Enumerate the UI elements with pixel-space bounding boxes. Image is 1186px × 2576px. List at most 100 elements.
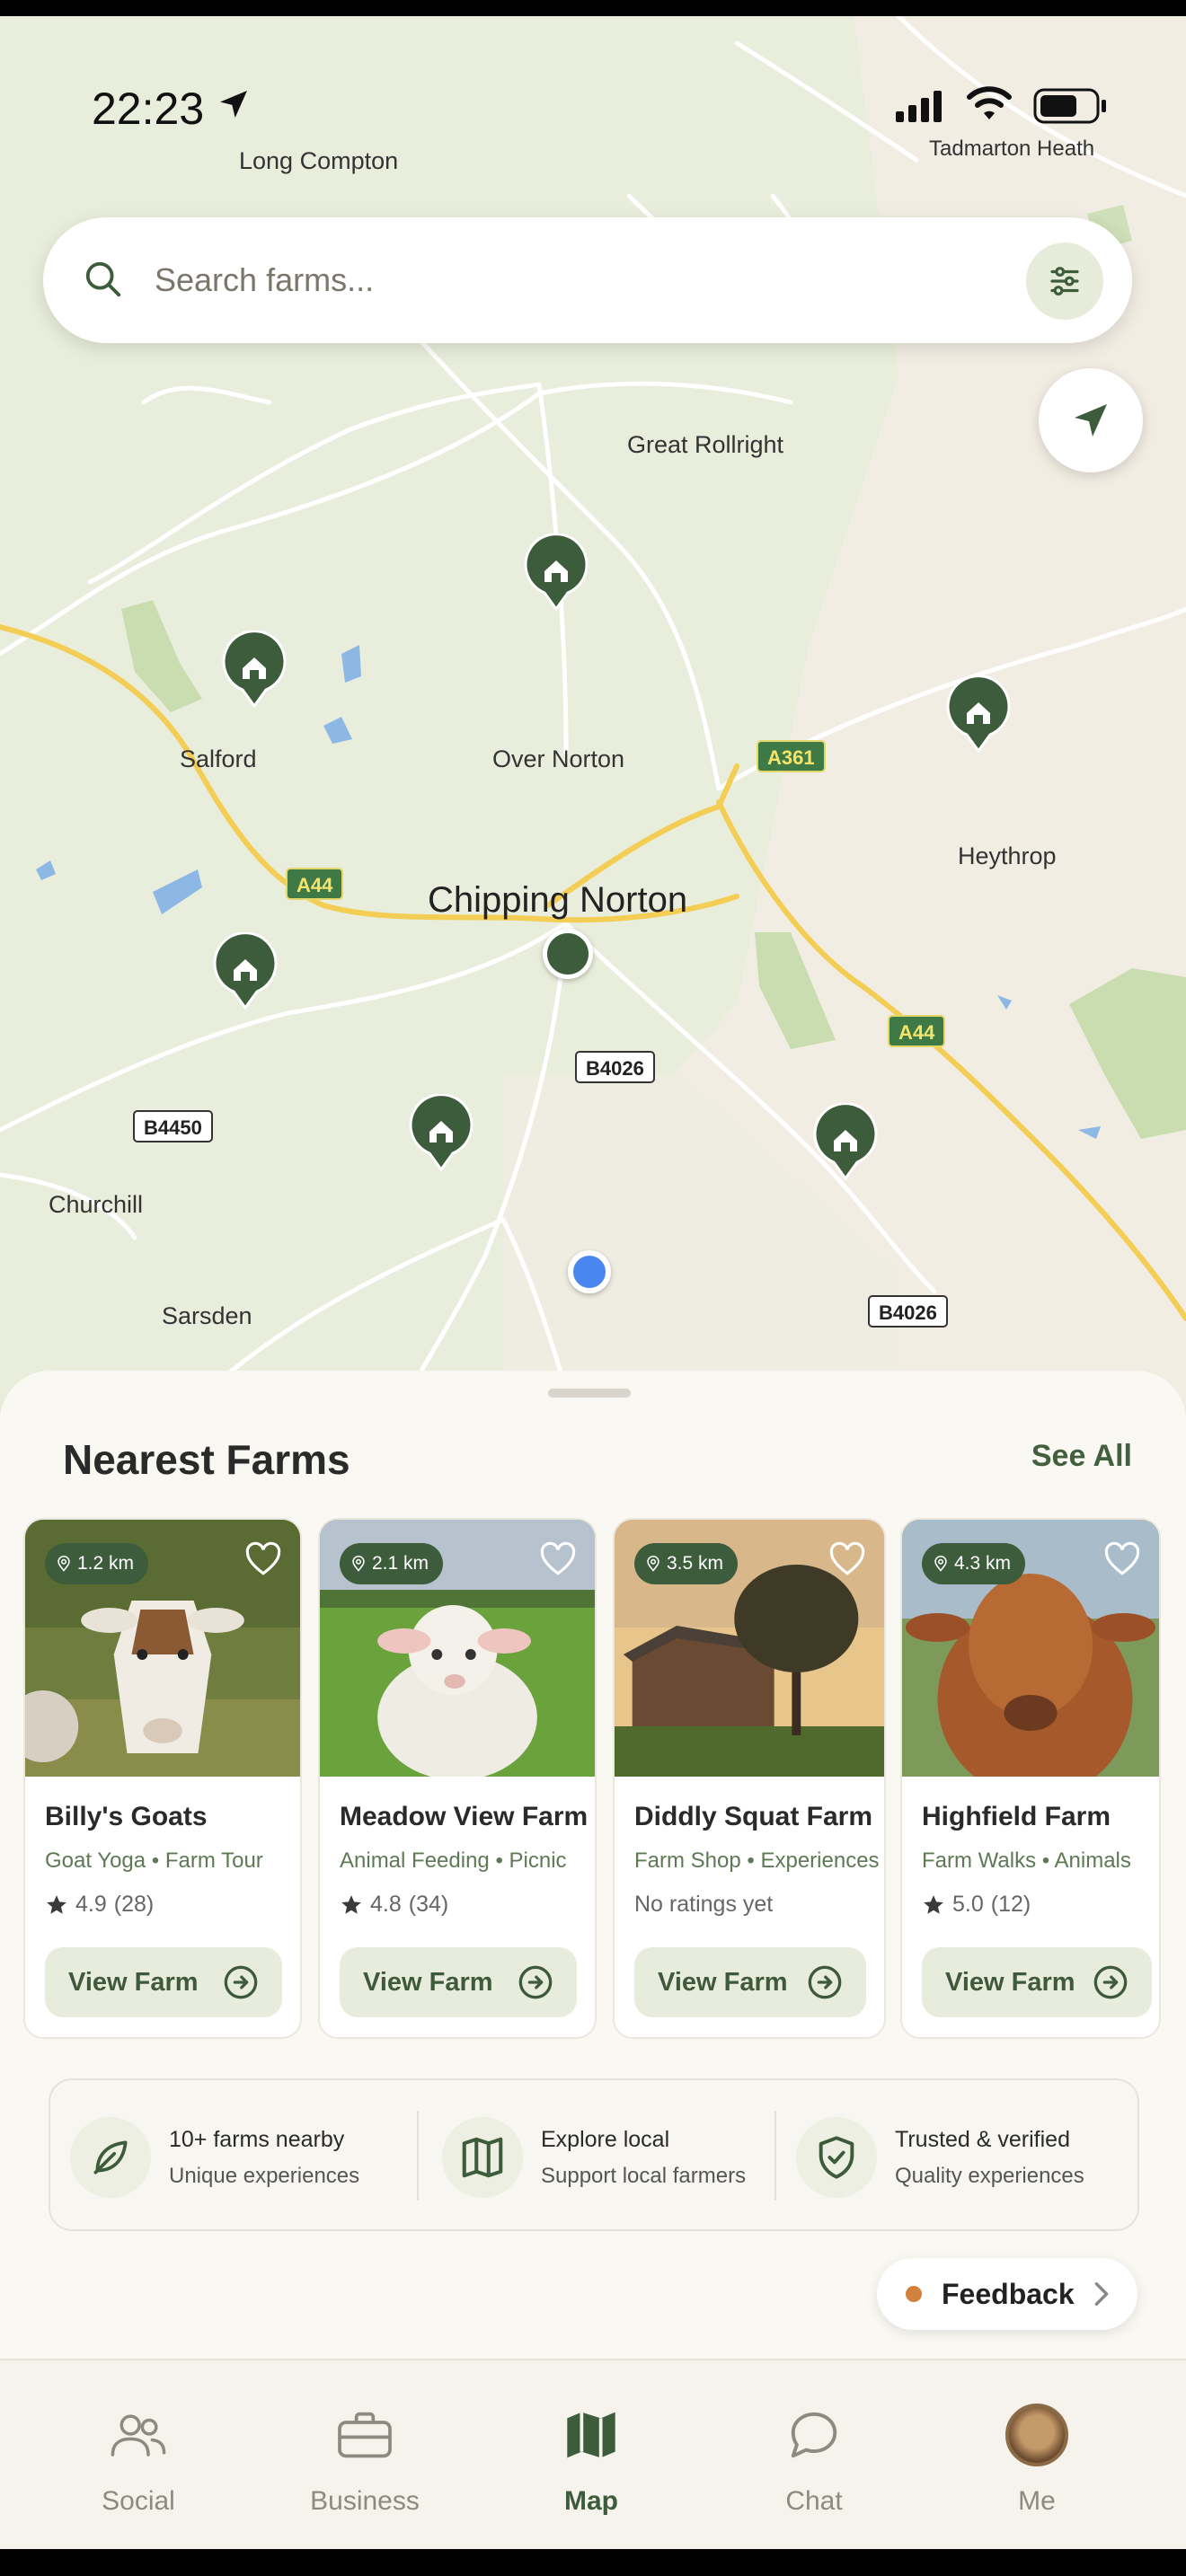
farm-tags: Farm Walks • Animals: [922, 1848, 1131, 1874]
rating-value: 4.8: [370, 1892, 402, 1917]
place-heythrop: Heythrop: [958, 842, 1057, 869]
arrow-right-circle-icon: [224, 1965, 258, 1999]
feedback-indicator-dot: [906, 2286, 922, 2302]
feature-item: Explore local Support local farmers: [442, 2113, 746, 2202]
farm-map-pin[interactable]: [945, 675, 1012, 754]
divider: [417, 2111, 419, 2201]
people-icon: [111, 2414, 166, 2457]
status-time: 22:23: [92, 84, 205, 134]
favorite-heart-icon[interactable]: [1103, 1541, 1141, 1577]
location-pin-icon: [647, 1556, 659, 1572]
tab-label: Chat: [785, 2486, 843, 2516]
road-label-b4026: B4026: [868, 1295, 948, 1328]
farm-tags: Farm Shop • Experiences: [634, 1848, 880, 1874]
distance-value: 1.2 km: [77, 1553, 135, 1574]
user-location-marker: [568, 1250, 611, 1293]
cellular-signal-icon: [896, 91, 942, 122]
star-icon: [47, 1894, 66, 1914]
farm-tag: Animals: [1054, 1848, 1131, 1873]
location-pin-icon: [58, 1556, 70, 1572]
feedback-label: Feedback: [942, 2277, 1075, 2310]
farm-tag: Farm Walks: [922, 1848, 1037, 1873]
status-bar: 22:23: [0, 63, 1186, 144]
view-farm-label: View Farm: [658, 1967, 788, 1997]
distance-badge: 1.2 km: [45, 1543, 149, 1584]
battery-icon: [1033, 88, 1106, 124]
nearest-farms-sheet: Nearest Farms See All 1.2 km Billy's Goa…: [0, 1371, 1186, 2359]
bottom-tab-bar: Social Business Map Chat Me: [0, 2359, 1186, 2549]
place-churchill: Churchill: [49, 1191, 144, 1218]
feature-title: Trusted & verified: [895, 2126, 1070, 2152]
arrow-right-circle-icon: [518, 1965, 553, 1999]
leaf-icon: [70, 2117, 151, 2198]
see-all-link[interactable]: See All: [1031, 1439, 1132, 1474]
view-farm-button[interactable]: View Farm: [45, 1947, 282, 2017]
search-icon: [85, 261, 121, 297]
sheet-title: Nearest Farms: [63, 1436, 350, 1483]
tab-business[interactable]: Business: [275, 2404, 455, 2517]
tab-me[interactable]: Me: [947, 2404, 1127, 2517]
place-chipping-norton: Chipping Norton: [428, 880, 688, 920]
view-farm-label: View Farm: [363, 1967, 493, 1997]
farm-name: Highfield Farm: [922, 1802, 1111, 1831]
road-label-b4450: B4450: [133, 1110, 213, 1142]
distance-badge: 4.3 km: [922, 1543, 1026, 1584]
avatar: [1005, 2404, 1068, 2466]
road-label-a44: A44: [888, 1015, 946, 1047]
farm-map-pin[interactable]: [221, 630, 288, 709]
farm-tag: Goat Yoga: [45, 1848, 146, 1873]
feedback-button[interactable]: Feedback: [877, 2258, 1137, 2330]
rating-count: (34): [408, 1892, 449, 1917]
favorite-heart-icon[interactable]: [539, 1541, 577, 1577]
road-label-a361: A361: [757, 740, 826, 772]
sheet-drag-handle[interactable]: [548, 1389, 631, 1398]
tab-label: Me: [1018, 2486, 1056, 2516]
tab-chat[interactable]: Chat: [724, 2404, 904, 2517]
distance-badge: 3.5 km: [634, 1543, 739, 1584]
farm-card[interactable]: 1.2 km Billy's Goats Goat Yoga • Farm To…: [23, 1518, 302, 2039]
view-farm-button[interactable]: View Farm: [634, 1947, 866, 2017]
place-over-norton: Over Norton: [492, 745, 625, 772]
feature-item: 10+ farms nearby Unique experiences: [70, 2113, 359, 2202]
view-farm-button[interactable]: View Farm: [340, 1947, 577, 2017]
farm-map-pin[interactable]: [212, 931, 279, 1010]
favorite-heart-icon[interactable]: [244, 1541, 282, 1577]
distance-badge: 2.1 km: [340, 1543, 444, 1584]
sliders-icon: [1050, 267, 1079, 296]
star-icon: [341, 1894, 361, 1914]
farm-card[interactable]: 3.5 km Diddly Squat Farm Farm Shop • Exp…: [613, 1518, 886, 2039]
view-farm-button[interactable]: View Farm: [922, 1947, 1152, 2017]
chevron-right-icon: [1094, 2282, 1109, 2306]
tab-social[interactable]: Social: [49, 2404, 228, 2517]
favorite-heart-icon[interactable]: [828, 1541, 866, 1577]
farm-cluster-marker[interactable]: [543, 929, 593, 979]
farm-map-pin[interactable]: [812, 1102, 879, 1181]
filter-button[interactable]: [1026, 243, 1103, 320]
farm-card[interactable]: 2.1 km Meadow View Farm Animal Feeding •…: [318, 1518, 597, 2039]
star-icon: [924, 1894, 943, 1914]
distance-value: 2.1 km: [372, 1553, 429, 1574]
rating-count: (12): [990, 1892, 1031, 1917]
map-icon: [442, 2117, 523, 2198]
tab-map[interactable]: Map: [501, 2404, 681, 2517]
feature-item: Trusted & verified Quality experiences: [796, 2113, 1084, 2202]
farm-map-pin[interactable]: [523, 533, 589, 612]
recenter-location-button[interactable]: [1039, 368, 1143, 472]
tab-label: Map: [564, 2486, 618, 2516]
features-strip: 10+ farms nearby Unique experiences Expl…: [49, 2078, 1139, 2231]
search-input[interactable]: [155, 250, 963, 311]
feature-subtitle: Quality experiences: [895, 2163, 1084, 2188]
map-icon: [567, 2412, 615, 2458]
distance-value: 4.3 km: [954, 1553, 1012, 1574]
farm-tag: Farm Shop: [634, 1848, 741, 1873]
feature-subtitle: Support local farmers: [541, 2163, 747, 2188]
farm-tag: Picnic: [509, 1848, 567, 1873]
tag-separator: •: [747, 1848, 755, 1873]
road-label-b4026: B4026: [575, 1051, 655, 1083]
search-bar[interactable]: [43, 217, 1132, 343]
farm-rating: No ratings yet: [634, 1892, 773, 1918]
farm-cards-carousel[interactable]: 1.2 km Billy's Goats Goat Yoga • Farm To…: [23, 1518, 1186, 2039]
farm-map-pin[interactable]: [408, 1093, 474, 1172]
navigation-arrow-icon: [1075, 404, 1107, 437]
farm-card[interactable]: 4.3 km Highfield Farm Farm Walks • Anima…: [900, 1518, 1161, 2039]
